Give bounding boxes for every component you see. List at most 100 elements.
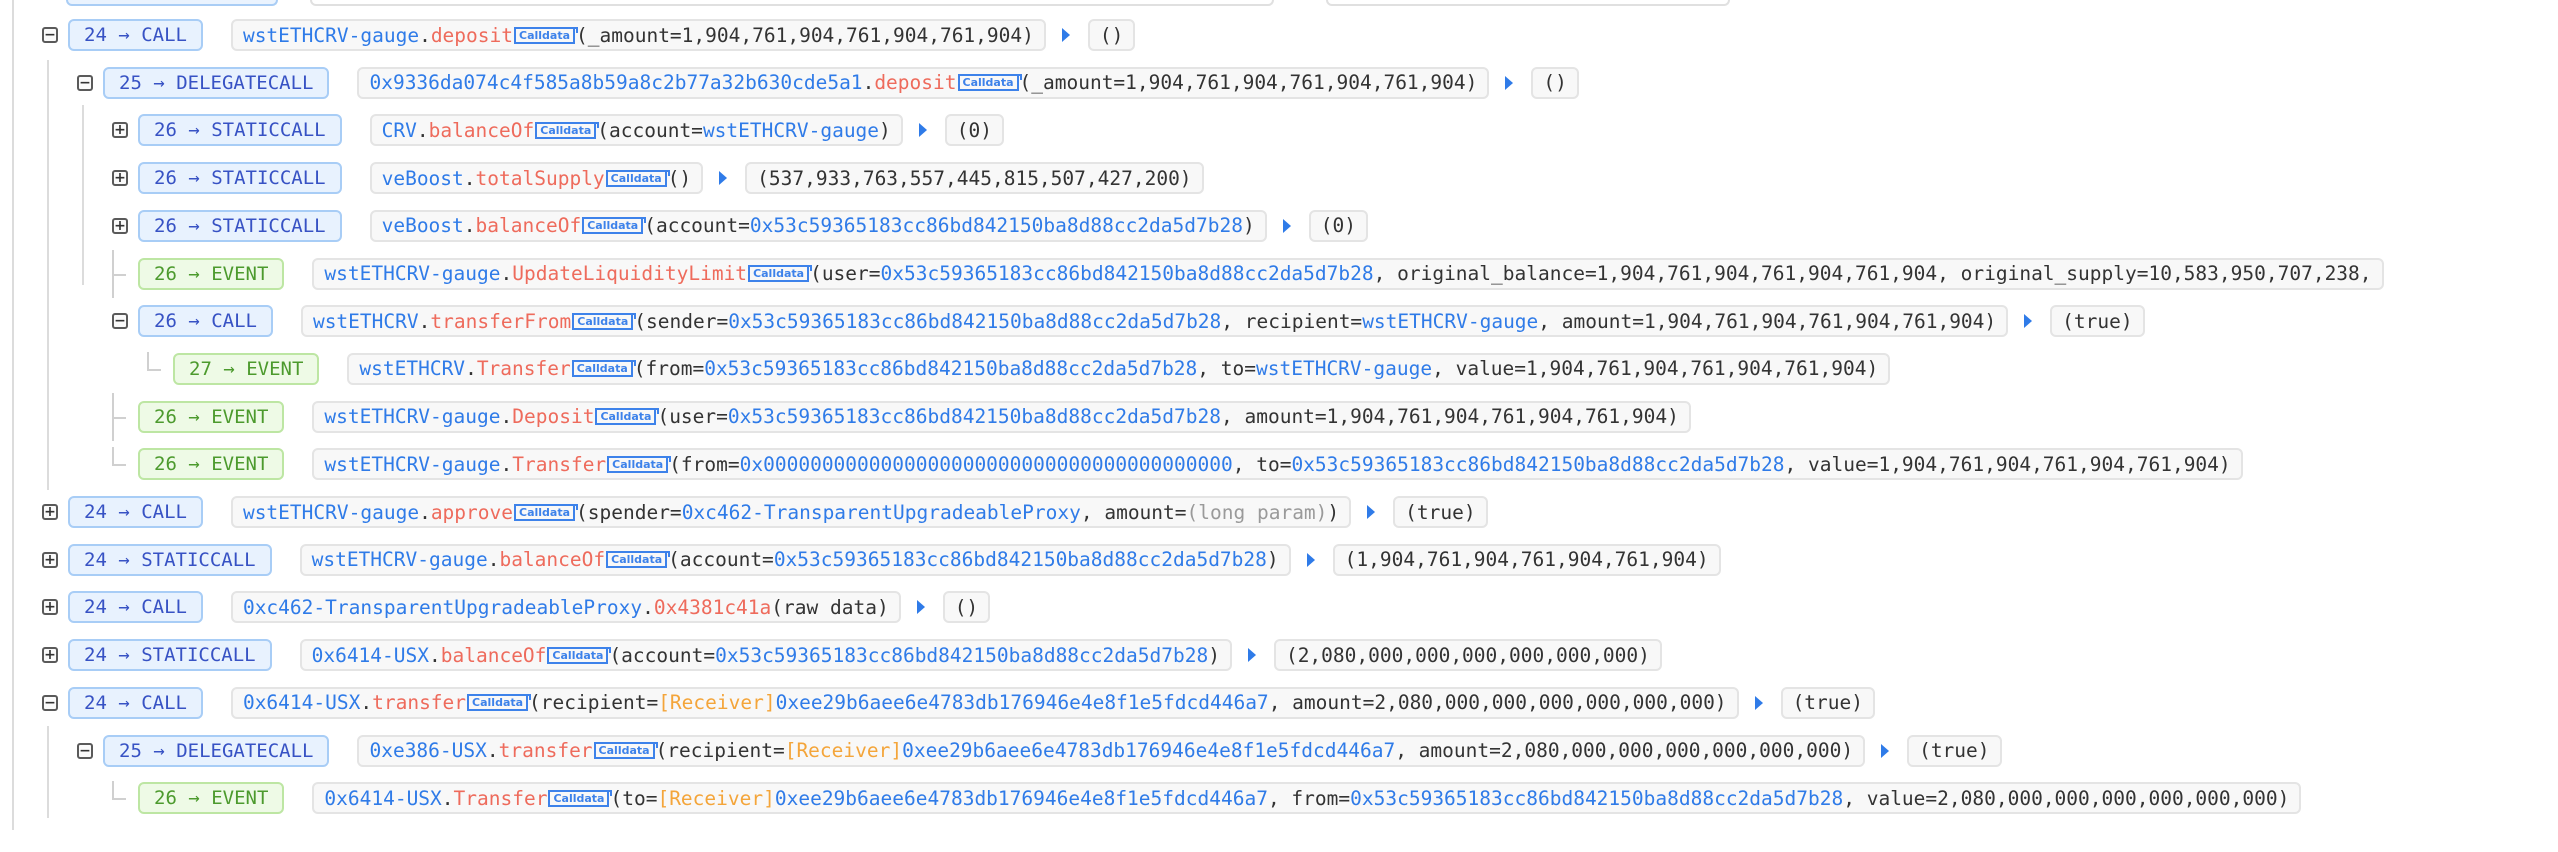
expand-icon[interactable]: + <box>112 170 128 187</box>
collapse-icon[interactable]: − <box>42 694 58 711</box>
function-call-box[interactable]: 0x6414-USX. Transfer Calldata (to= [Receiver… <box>312 782 2302 815</box>
call-type-badge[interactable]: 24 → STATICCALL <box>68 639 272 672</box>
address-link[interactable]: wstETHCRV <box>359 357 465 380</box>
calldata-button[interactable]: Calldata <box>582 217 647 235</box>
function-call-box[interactable]: wstETHCRV-gauge. UpdateLiquidityLimit Call… <box>312 257 2384 290</box>
address-link[interactable]: 0xe386-USX <box>369 739 486 762</box>
event-badge[interactable]: 26 → EVENT <box>138 782 285 815</box>
call-type-badge[interactable]: 24 → CALL <box>68 591 203 624</box>
address-link[interactable]: 0x53c59365183cc86bd842150ba8d88cc2da5d7b… <box>774 548 1267 571</box>
address-link[interactable]: wstETHCRV-gauge <box>1256 357 1432 380</box>
address-link[interactable]: 0xee29b6aee6e4783db176946e4e8f1e5fdcd446… <box>775 787 1268 810</box>
expand-icon[interactable]: + <box>42 599 58 616</box>
function-call-box[interactable]: veBoost. balanceOf Calldata (account= 0x53c5… <box>369 209 1267 242</box>
call-type-badge[interactable]: 25 → DELEGATECALL <box>103 66 330 99</box>
address-link[interactable]: 0x6414-USX <box>243 691 360 714</box>
address-link[interactable]: wstETHCRV-gauge <box>243 501 419 524</box>
address-link[interactable]: 0x53c59365183cc86bd842150ba8d88cc2da5d7b… <box>1291 453 1784 476</box>
calldata-button[interactable]: Calldata <box>514 26 579 44</box>
collapse-icon[interactable]: − <box>112 313 128 330</box>
address-link[interactable]: wstETHCRV-gauge <box>324 405 500 428</box>
return-expand-arrow-icon[interactable] <box>1061 28 1070 42</box>
address-link[interactable]: wstETHCRV-gauge <box>243 24 419 47</box>
address-link[interactable]: 0xee29b6aee6e4783db176946e4e8f1e5fdcd446… <box>776 691 1269 714</box>
collapse-icon[interactable]: − <box>77 742 93 759</box>
return-expand-arrow-icon[interactable] <box>1881 743 1890 758</box>
call-type-badge[interactable]: 24 → CALL <box>68 686 203 719</box>
function-call-box[interactable]: wstETHCRV. transferFrom Calldata (sender= 0x… <box>300 305 2009 338</box>
address-link[interactable]: wstETHCRV-gauge <box>324 262 500 285</box>
return-expand-arrow-icon[interactable] <box>719 171 728 186</box>
address-link[interactable]: wstETHCRV-gauge <box>312 548 488 571</box>
function-call-box[interactable]: wstETHCRV-gauge. deposit Calldata (_amount=… <box>230 19 1046 51</box>
call-type-badge[interactable]: 26 → STATICCALL <box>138 209 342 242</box>
collapse-icon[interactable]: − <box>77 74 93 91</box>
calldata-button[interactable]: Calldata <box>467 694 532 712</box>
return-expand-arrow-icon[interactable] <box>1282 218 1291 233</box>
address-link[interactable]: 0x6414-USX <box>324 787 441 810</box>
calldata-button[interactable]: Calldata <box>571 360 636 378</box>
function-call-box[interactable]: wstETHCRV-gauge. Deposit Calldata (user= 0x5… <box>312 400 1691 433</box>
address-link[interactable]: wstETHCRV <box>313 310 419 333</box>
function-call-box[interactable]: veBoost. totalSupply Calldata() <box>369 162 704 195</box>
address-link[interactable]: 0x53c59365183cc86bd842150ba8d88cc2da5d7b… <box>1350 787 1843 810</box>
calldata-button[interactable]: Calldata <box>605 169 670 187</box>
expand-icon[interactable]: + <box>42 504 58 520</box>
function-call-box[interactable]: wstETHCRV. Transfer Calldata (from= 0x53c593… <box>347 352 1891 385</box>
function-call-box[interactable]: 0x9336da074c4f585a8b59a8c2b77a32b630cde5… <box>357 66 1490 99</box>
call-type-badge[interactable]: 25 → DELEGATECALL <box>103 734 330 767</box>
return-expand-arrow-icon[interactable] <box>918 123 927 138</box>
calldata-button[interactable]: Calldata <box>595 408 660 426</box>
expand-icon[interactable]: + <box>112 217 128 234</box>
address-link[interactable]: wstETHCRV-gauge <box>1362 310 1538 333</box>
address-link[interactable]: 0x53c59365183cc86bd842150ba8d88cc2da5d7b… <box>715 644 1208 667</box>
calldata-button[interactable]: Calldata <box>514 503 579 521</box>
address-link[interactable]: 0x53c59365183cc86bd842150ba8d88cc2da5d7b… <box>704 357 1197 380</box>
address-link[interactable]: 0xee29b6aee6e4783db176946e4e8f1e5fdcd446… <box>902 739 1395 762</box>
function-call-box[interactable]: wstETHCRV-gauge. Transfer Calldata (from= 0x… <box>312 448 2243 481</box>
address-link[interactable]: wstETHCRV-gauge <box>324 453 500 476</box>
return-expand-arrow-icon[interactable] <box>1367 505 1376 519</box>
function-call-box[interactable]: 0xc462-TransparentUpgradeableProxy. 0x438… <box>230 591 901 624</box>
event-badge[interactable]: 26 → EVENT <box>138 400 285 433</box>
function-call-box[interactable]: CRV. balanceOf Calldata (account= wstETHCRV-… <box>369 114 903 147</box>
return-expand-arrow-icon[interactable] <box>1306 552 1315 567</box>
return-expand-arrow-icon[interactable] <box>1505 75 1514 90</box>
call-type-badge[interactable]: 24 → STATICCALL <box>68 543 272 576</box>
call-type-badge[interactable]: 26 → STATICCALL <box>138 162 342 195</box>
calldata-button[interactable]: Calldata <box>957 74 1022 92</box>
expand-icon[interactable]: + <box>42 647 58 664</box>
event-badge[interactable]: 26 → EVENT <box>138 257 285 290</box>
calldata-button[interactable]: Calldata <box>607 455 672 473</box>
expand-icon[interactable]: + <box>112 122 128 139</box>
address-link[interactable]: CRV <box>382 119 417 142</box>
address-link[interactable]: wstETHCRV-gauge <box>703 119 879 142</box>
calldata-button[interactable]: Calldata <box>572 312 637 330</box>
address-link[interactable]: veBoost <box>382 214 464 237</box>
calldata-button[interactable]: Calldata <box>535 121 600 139</box>
event-badge[interactable]: 26 → EVENT <box>138 448 285 481</box>
expand-icon[interactable]: + <box>42 551 58 568</box>
address-link[interactable]: 0x53c59365183cc86bd842150ba8d88cc2da5d7b… <box>728 310 1221 333</box>
address-link[interactable]: 0x9336da074c4f585a8b59a8c2b77a32b630cde5… <box>369 71 862 94</box>
calldata-button[interactable]: Calldata <box>547 646 612 664</box>
calldata-button[interactable]: Calldata <box>606 551 671 569</box>
address-link[interactable]: 0x53c59365183cc86bd842150ba8d88cc2da5d7b… <box>881 262 1374 285</box>
calldata-button[interactable]: Calldata <box>593 742 658 759</box>
function-call-box[interactable]: wstETHCRV-gauge. approve Calldata (spender=… <box>230 496 1352 528</box>
return-expand-arrow-icon[interactable] <box>1754 695 1763 710</box>
return-expand-arrow-icon[interactable] <box>1247 648 1256 663</box>
address-link[interactable]: veBoost <box>382 167 464 190</box>
address-link[interactable]: 0x53c59365183cc86bd842150ba8d88cc2da5d7b… <box>750 214 1243 237</box>
return-expand-arrow-icon[interactable] <box>916 600 925 615</box>
event-badge[interactable]: 27 → EVENT <box>173 352 320 385</box>
call-type-badge[interactable]: 26 → STATICCALL <box>138 114 342 147</box>
call-type-badge[interactable]: 26 → CALL <box>138 305 273 338</box>
call-type-badge[interactable]: 24 → CALL <box>68 496 203 528</box>
address-link[interactable]: 0x6414-USX <box>312 644 429 667</box>
function-call-box[interactable]: 0xe386-USX. transfer Calldata (recipient= [R… <box>357 734 1866 767</box>
return-expand-arrow-icon[interactable] <box>2024 314 2033 329</box>
function-call-box[interactable]: 0x6414-USX. balanceOf Calldata (account= 0x5… <box>299 639 1232 672</box>
call-type-badge[interactable]: 24 → CALL <box>68 19 203 51</box>
function-call-box[interactable]: 0x6414-USX. transfer Calldata (recipient= [R… <box>230 686 1739 719</box>
